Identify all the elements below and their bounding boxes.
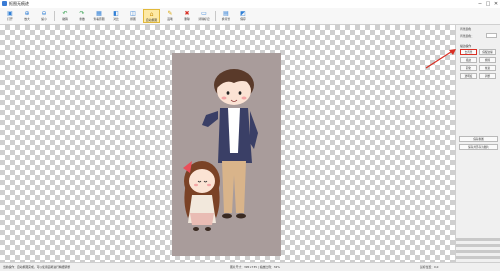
save-icon: ◩ (240, 10, 246, 17)
zoom-in-icon: ⊕ (24, 10, 30, 17)
restore-button[interactable]: 恢复 (479, 65, 496, 71)
delete-icon: ✖ (184, 10, 190, 17)
redo-button[interactable]: ↷ 重做 (74, 9, 90, 23)
minimize-button[interactable]: ─ (476, 0, 484, 8)
close-button[interactable]: ✕ (492, 0, 500, 8)
background-color-swatch[interactable] (486, 33, 497, 38)
keep-edge-button[interactable]: 保留边缘 (479, 49, 496, 55)
redo-icon: ↷ (79, 10, 85, 17)
toolbar-separator (54, 11, 55, 21)
open-button[interactable]: ▣ 打开 (2, 9, 18, 23)
zoom-out-icon: ⊖ (41, 10, 47, 17)
stroke-button[interactable]: 描边 (460, 57, 477, 63)
background-section-title: 背景颜色 (460, 27, 472, 31)
background-color-label: 背景颜色： (460, 34, 474, 38)
zoom-in-button[interactable]: ⊕ 放大 (19, 9, 35, 23)
undo-button[interactable]: ↶ 撤销 (57, 9, 73, 23)
auto-cutout-button[interactable]: ⌂ 自动抠图 (143, 9, 160, 23)
cutout-photo (172, 53, 281, 256)
toolbar-separator (215, 11, 216, 21)
compare-button[interactable]: ◧ 对比 (108, 9, 124, 23)
brush-button[interactable]: ✎ 画笔 (162, 9, 178, 23)
adjust-button[interactable]: 调整 (479, 73, 496, 79)
save-button[interactable]: ◩ 保存 (235, 9, 251, 23)
brush-icon: ✎ (167, 10, 173, 17)
window-title: 抠图无痕迹 (9, 1, 29, 6)
cut-icon: ◫ (130, 10, 136, 17)
folder-icon: ▣ (7, 10, 13, 17)
erase-button[interactable]: 擦除 (479, 57, 496, 63)
save-cutout-button[interactable]: 保存抠图 (459, 136, 498, 142)
view-icon: ▦ (96, 10, 102, 17)
maximize-button[interactable]: □ (484, 0, 492, 8)
stroke-section-title: 描边操作 (460, 44, 472, 48)
delete-button[interactable]: ✖ 删除 (179, 9, 195, 23)
compare-icon: ◧ (113, 10, 119, 17)
view-original-button[interactable]: ▦ 查看原图 (91, 9, 107, 23)
image-canvas[interactable] (0, 25, 455, 262)
auto-cut-icon: ⌂ (149, 11, 154, 18)
remove-background-button[interactable]: 去背景 (460, 49, 477, 55)
cutout-button[interactable]: ◫ 抠图 (125, 9, 141, 23)
clear-icon: ▭ (201, 10, 207, 17)
feather-button[interactable]: 羽化 (460, 65, 477, 71)
clear-marks-button[interactable]: ▭ 清除标记 (196, 9, 212, 23)
options-panel: 背景颜色 背景颜色： 描边操作 去背景 保留边缘 描边 擦除 羽化 恢复 透明度… (455, 25, 500, 262)
annotation-arrow (425, 49, 456, 69)
app-icon (2, 1, 7, 6)
couple-illustration (183, 69, 258, 231)
save-as-image-button[interactable]: 保存并另存为图片 (459, 144, 498, 150)
change-background-button[interactable]: ▤ 换背景 (218, 9, 234, 23)
toolbar: ▣ 打开 ⊕ 放大 ⊖ 缩小 ↶ 撤销 ↷ 重做 ▦ 查看原图 ◧ 对比 ◫ 抠… (0, 8, 500, 25)
background-icon: ▤ (223, 10, 229, 17)
zoom-out-button[interactable]: ⊖ 缩小 (36, 9, 52, 23)
undo-icon: ↶ (62, 10, 68, 17)
panel-stripes (456, 238, 500, 259)
opacity-button[interactable]: 透明度 (460, 73, 477, 79)
